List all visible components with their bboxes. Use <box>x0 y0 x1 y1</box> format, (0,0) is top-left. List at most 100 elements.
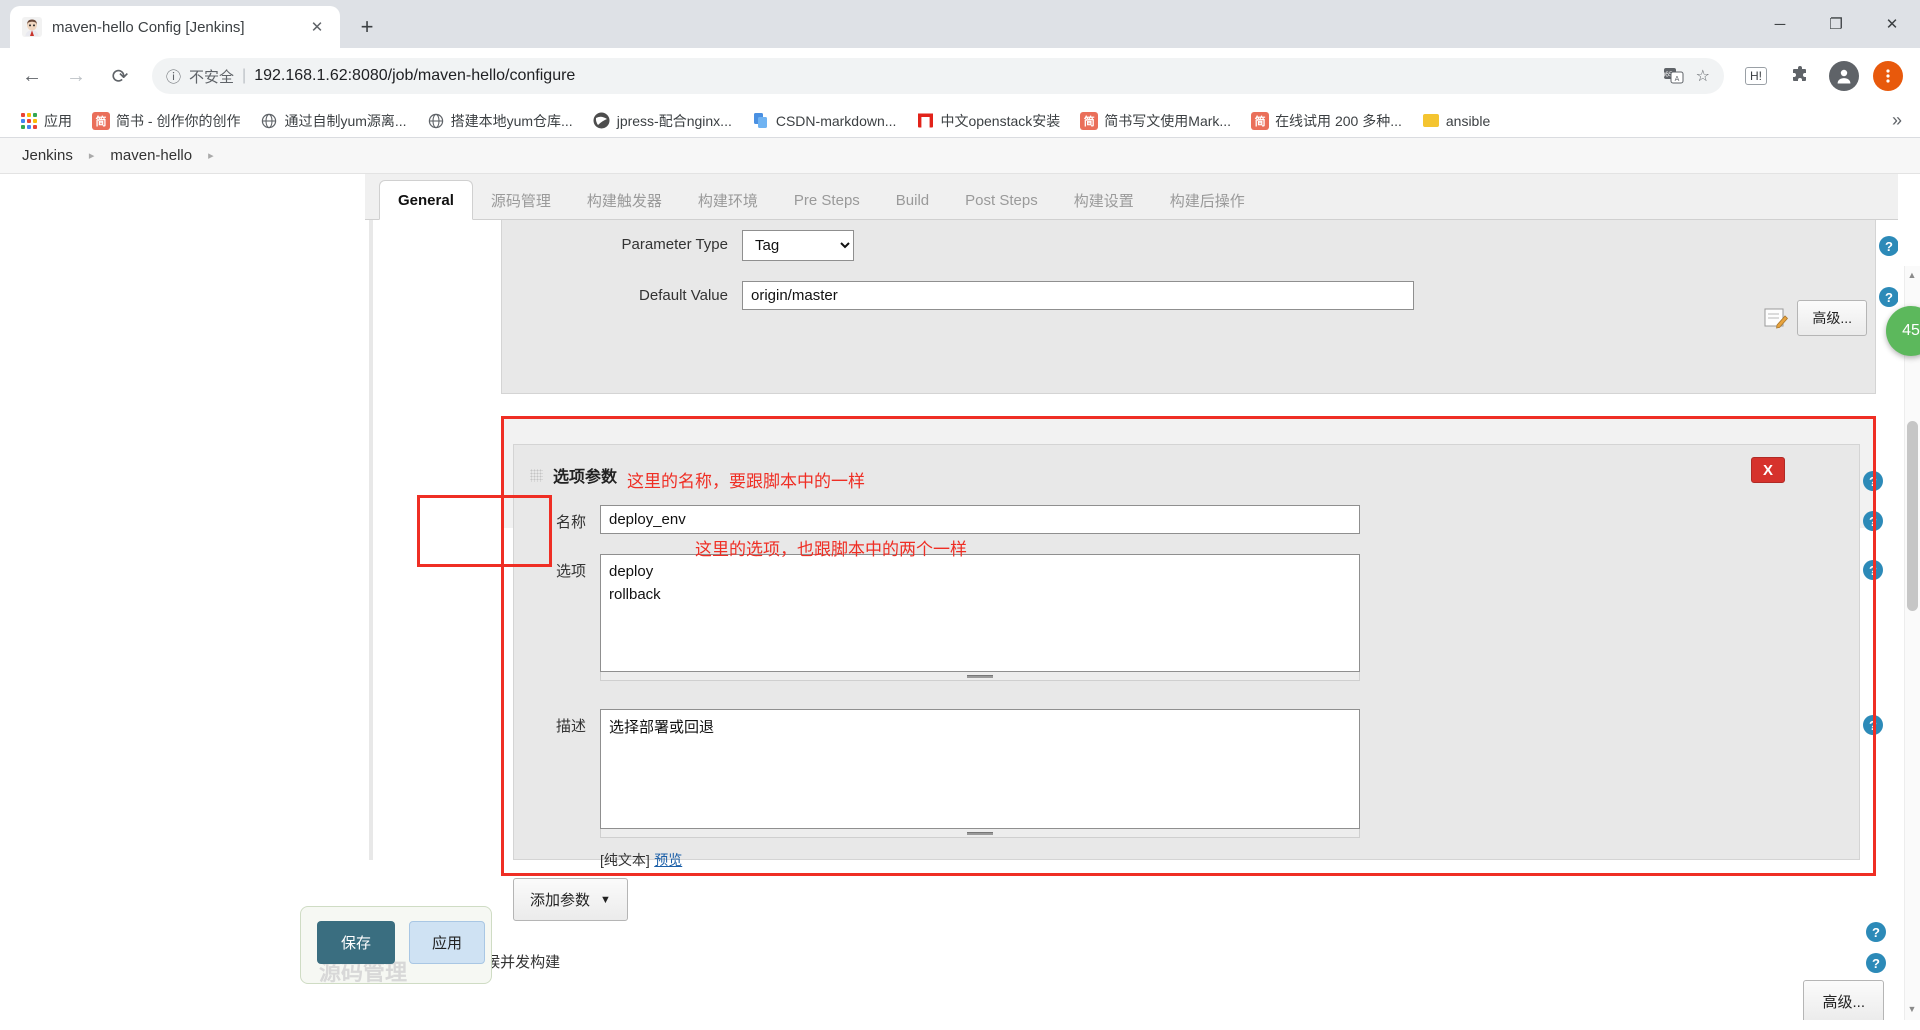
advanced-button[interactable]: 高级... <box>1803 980 1884 1020</box>
jianshu-icon: 简 <box>1080 111 1099 130</box>
avatar <box>1829 61 1859 91</box>
bookmark-jpress[interactable]: jpress-配合nginx... <box>585 107 740 135</box>
forward-icon[interactable]: → <box>56 56 96 96</box>
bookmark-label: ansible <box>1445 112 1491 129</box>
page-scrollbar[interactable]: ▲ ▼ <box>1904 266 1920 1020</box>
edit-note-icon[interactable] <box>1763 306 1789 330</box>
bookmark-csdn[interactable]: CSDN-markdown... <box>744 108 905 134</box>
back-icon[interactable]: ← <box>12 56 52 96</box>
parameter-type-select[interactable]: Tag <box>742 230 854 261</box>
bookmark-label: 通过自制yum源离... <box>284 112 407 129</box>
help-icon[interactable]: ? <box>1863 511 1883 531</box>
bookmark-online-trial[interactable]: 简 在线试用 200 多种... <box>1243 107 1410 135</box>
bookmark-label: 简书写文使用Mark... <box>1104 112 1232 129</box>
tab-pre-steps[interactable]: Pre Steps <box>776 181 878 219</box>
bookmark-folder-ansible[interactable]: ansible <box>1414 108 1498 134</box>
parameter-type-row: Parameter Type Tag ? <box>502 220 1898 267</box>
tab-post-build-actions[interactable]: 构建后操作 <box>1152 181 1263 219</box>
add-parameter-button[interactable]: 添加参数 ▼ <box>513 878 628 921</box>
browser-tab[interactable]: maven-hello Config [Jenkins] ✕ <box>10 6 340 48</box>
apps-grid-icon <box>20 112 38 130</box>
bookmark-yum-repo[interactable]: 搭建本地yum仓库... <box>419 107 581 135</box>
choice-parameter-panel: 选项参数 X ? 名称 ? 选项 <box>513 444 1883 868</box>
breadcrumb: Jenkins ▸ maven-hello ▸ <box>0 138 1920 174</box>
minimize-icon[interactable]: ─ <box>1752 0 1808 48</box>
delete-parameter-button[interactable]: X <box>1751 457 1785 483</box>
security-label: 不安全 <box>189 68 235 86</box>
git-parameter-panel: Parameter Type Tag ? Default Value ? <box>501 220 1898 394</box>
textarea-resize-grip[interactable] <box>600 672 1360 681</box>
address-bar[interactable]: ⓘ 不安全 | 192.168.1.62:8080/job/maven-hell… <box>152 58 1724 94</box>
choice-parameter-title: 选项参数 <box>553 469 618 486</box>
git-param-advanced-row: 高级... <box>1763 300 1867 336</box>
default-value-input[interactable] <box>742 281 1414 310</box>
bookmark-apps[interactable]: 应用 <box>12 107 80 135</box>
extensions-icon[interactable] <box>1780 56 1820 96</box>
config-form-body: Parameter Type Tag ? Default Value ? <box>365 220 1898 1020</box>
new-tab-button[interactable]: + <box>350 10 384 44</box>
extension-h-label: H! <box>1745 67 1767 85</box>
chevron-down-icon: ▼ <box>600 893 611 906</box>
help-icon[interactable]: ? <box>1879 236 1898 256</box>
default-value-control: ? <box>742 281 1898 310</box>
breadcrumb-item-jenkins[interactable]: Jenkins <box>22 147 73 164</box>
preview-link[interactable]: 预览 <box>654 852 682 868</box>
omnibox-separator: | <box>242 67 247 84</box>
info-icon[interactable]: ⓘ <box>166 66 181 87</box>
save-button[interactable]: 保存 <box>317 921 396 964</box>
bookmark-label: 应用 <box>44 112 72 129</box>
choice-name-label: 名称 <box>555 514 586 531</box>
bookmark-openstack[interactable]: 中文openstack安装 <box>908 107 1068 135</box>
tab-post-steps[interactable]: Post Steps <box>947 181 1056 219</box>
choice-description-textarea[interactable]: 选择部署或回退 <box>600 709 1360 829</box>
tab-build-triggers[interactable]: 构建触发器 <box>569 181 680 219</box>
drag-handle-icon[interactable] <box>530 468 543 482</box>
scroll-down-icon[interactable]: ▼ <box>1906 1004 1918 1016</box>
maximize-icon[interactable]: ❐ <box>1808 0 1864 48</box>
translate-icon[interactable]: \u6587A <box>1663 68 1684 84</box>
tab-scm[interactable]: 源码管理 <box>473 181 569 219</box>
save-apply-buttons: 保存 应用 <box>317 921 486 964</box>
bookmarks-bar: 应用 简 简书 - 创作你的创作 通过自制yum源离... 搭建本地yum仓库.… <box>0 104 1920 138</box>
bookmark-jianshu[interactable]: 简 简书 - 创作你的创作 <box>84 107 248 135</box>
profile-icon[interactable] <box>1824 56 1864 96</box>
tab-general[interactable]: General <box>379 180 473 220</box>
browser-menu-icon[interactable] <box>1868 56 1908 96</box>
menu-avatar <box>1873 61 1903 91</box>
bookmark-yum-source[interactable]: 通过自制yum源离... <box>252 107 414 135</box>
bookmark-jianshu-markdown[interactable]: 简 简书写文使用Mark... <box>1072 107 1239 135</box>
default-value-label: Default Value <box>639 287 728 304</box>
jenkins-butler-icon <box>22 17 42 37</box>
help-icon[interactable]: ? <box>1863 560 1883 580</box>
bookmarks-overflow-icon[interactable]: » <box>1886 110 1908 131</box>
tab-build-settings[interactable]: 构建设置 <box>1056 181 1152 219</box>
window-close-icon[interactable]: ✕ <box>1864 0 1920 48</box>
textarea-resize-grip[interactable] <box>600 829 1360 838</box>
tab-strip: maven-hello Config [Jenkins] ✕ + ─ ❐ ✕ <box>0 0 1920 48</box>
help-icon[interactable]: ? <box>1863 715 1883 735</box>
tab-build[interactable]: Build <box>878 181 947 219</box>
help-icon[interactable]: ? <box>1866 922 1886 942</box>
reload-icon[interactable]: ⟳ <box>100 56 140 96</box>
bookmark-label: jpress-配合nginx... <box>616 112 732 129</box>
tab-build-environment[interactable]: 构建环境 <box>680 181 776 219</box>
folder-icon <box>1422 112 1440 130</box>
git-advanced-button[interactable]: 高级... <box>1797 300 1867 336</box>
help-icon[interactable]: ? <box>1863 471 1883 491</box>
help-icon[interactable]: ? <box>1879 287 1898 307</box>
apply-button[interactable]: 应用 <box>409 921 486 964</box>
scrollbar-thumb[interactable] <box>1907 421 1918 611</box>
extension-h-icon[interactable]: H! <box>1736 56 1776 96</box>
bookmark-label: 中文openstack安装 <box>940 112 1061 129</box>
close-icon[interactable]: ✕ <box>306 16 328 38</box>
openstack-icon <box>916 112 934 130</box>
choice-options-textarea[interactable]: deploy rollback <box>600 554 1360 672</box>
save-apply-bar: 源码管理 保存 应用 <box>300 906 492 985</box>
bookmark-star-icon[interactable]: ☆ <box>1696 66 1710 86</box>
omnibox-actions: \u6587A ☆ <box>1663 66 1710 86</box>
help-icon[interactable]: ? <box>1866 953 1886 973</box>
breadcrumb-item-job[interactable]: maven-hello <box>110 147 192 164</box>
choice-name-input[interactable] <box>600 505 1360 534</box>
choice-name-control: ? <box>600 505 1883 534</box>
scroll-up-icon[interactable]: ▲ <box>1906 270 1918 282</box>
